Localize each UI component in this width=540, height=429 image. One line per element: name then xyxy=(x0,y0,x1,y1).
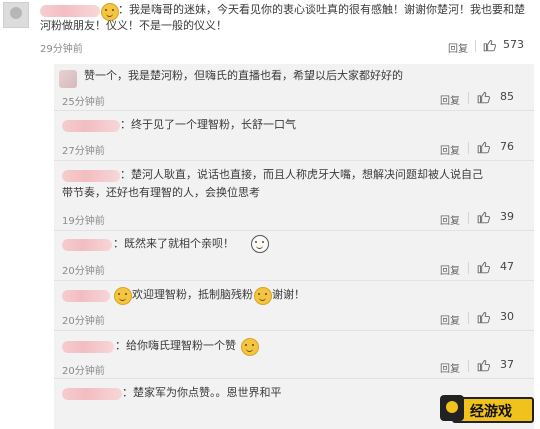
comment-text: ：给你嗨氏理智粉一个赞 xyxy=(115,339,236,352)
separator xyxy=(468,312,469,324)
username-blurred[interactable] xyxy=(62,290,110,302)
like-count: 47 xyxy=(500,260,514,273)
comment-text: ：既然来了就相个亲呗！ xyxy=(113,237,234,250)
like-count: 39 xyxy=(500,210,514,223)
separator xyxy=(475,40,476,52)
username-blurred[interactable] xyxy=(62,341,114,353)
comment-text: ：我是嗨哥的迷妹，今天看见你的衷心谈吐真的很有感触！谢谢你楚河！我也要和楚 xyxy=(118,3,525,16)
like-count: 85 xyxy=(500,90,514,103)
comment-time: 29分钟前 xyxy=(40,44,83,55)
separator xyxy=(468,142,469,154)
comment-time: 20分钟前 xyxy=(62,316,105,327)
like-count: 76 xyxy=(500,140,514,153)
watermark-label: 经游戏 xyxy=(470,404,512,420)
reply-button[interactable]: 回复 xyxy=(440,360,460,375)
comment-text: ：楚河人耿直，说话也直接，而且人称虎牙大嘴，想解决问题却被人说自己 xyxy=(120,168,483,181)
comment-text: ：终于见了一个理智粉，长舒一口气 xyxy=(120,118,296,131)
reply-button[interactable]: 回复 xyxy=(440,92,460,107)
thumbs-up-icon[interactable] xyxy=(477,358,491,372)
reply-button[interactable]: 回复 xyxy=(440,212,460,227)
comment-text: 赞一个，我是楚河粉，但嗨氏的直播也看，希望以后大家都好好的 xyxy=(84,69,403,82)
avatar[interactable] xyxy=(3,2,29,28)
like-count: 37 xyxy=(500,358,514,371)
avatar[interactable] xyxy=(59,70,77,88)
username-blurred[interactable] xyxy=(62,170,120,182)
thumbs-up-icon[interactable] xyxy=(477,310,491,324)
thumbs-up-icon[interactable] xyxy=(477,210,491,224)
comment-time: 20分钟前 xyxy=(62,366,105,377)
thumbs-up-icon[interactable] xyxy=(477,140,491,154)
thumbs-up-icon[interactable] xyxy=(477,90,491,104)
divider xyxy=(54,280,534,281)
separator xyxy=(468,262,469,274)
comment-time: 19分钟前 xyxy=(62,216,105,227)
username-blurred[interactable] xyxy=(62,120,120,132)
comment-time: 20分钟前 xyxy=(62,266,105,277)
username-blurred[interactable] xyxy=(62,239,112,251)
comment-text: 带节奏，还好也有理智的人，会换位思考 xyxy=(62,186,260,199)
comment-text: ：楚家军为你点赞。。恩世界和平 xyxy=(122,386,282,399)
thumbs-up-icon[interactable] xyxy=(483,38,497,52)
username-blurred[interactable] xyxy=(62,388,122,400)
reply-button[interactable]: 回复 xyxy=(440,312,460,327)
like-count: 573 xyxy=(503,38,524,51)
comment-time: 25分钟前 xyxy=(62,97,105,108)
separator xyxy=(468,212,469,224)
comment-text: 谢谢！ xyxy=(272,288,305,301)
dog-emoji-icon xyxy=(251,235,269,253)
reply-button[interactable]: 回复 xyxy=(440,142,460,157)
reply-button[interactable]: 回复 xyxy=(448,40,468,55)
emoji-icon xyxy=(254,287,272,305)
logo-icon xyxy=(440,395,464,421)
emoji-icon xyxy=(114,287,132,305)
reply-button[interactable]: 回复 xyxy=(440,262,460,277)
thumbs-emoji-icon xyxy=(241,338,259,356)
divider xyxy=(54,160,534,161)
username-blurred[interactable] xyxy=(40,5,100,17)
divider xyxy=(54,330,534,331)
like-count: 30 xyxy=(500,310,514,323)
comment-text: 欢迎理智粉，抵制脑残粉 xyxy=(132,288,253,301)
thumbs-up-icon[interactable] xyxy=(477,260,491,274)
comment-text: 河粉做朋友！仪义！不是一般的仪义！ xyxy=(40,19,227,32)
comment-time: 27分钟前 xyxy=(62,146,105,157)
divider xyxy=(54,378,534,379)
separator xyxy=(468,92,469,104)
watermark-badge: 经游戏 xyxy=(440,395,534,423)
divider xyxy=(54,110,534,111)
separator xyxy=(468,360,469,372)
divider xyxy=(54,230,534,231)
